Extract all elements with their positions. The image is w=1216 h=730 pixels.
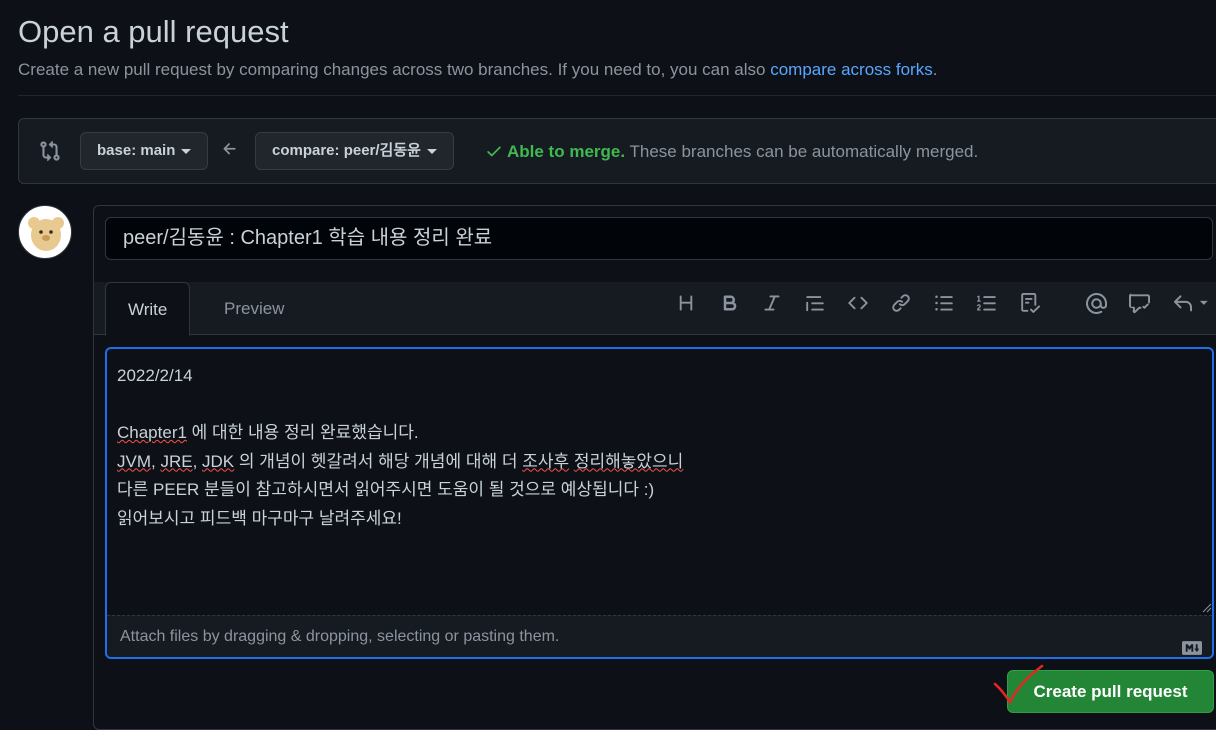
compare-forks-link[interactable]: compare across forks xyxy=(770,60,933,79)
chevron-down-icon xyxy=(181,148,192,154)
divider xyxy=(18,95,1216,96)
body-word: JDK xyxy=(202,451,235,471)
subtitle-suffix: . xyxy=(932,60,938,79)
tab-write[interactable]: Write xyxy=(105,282,191,336)
compare-branch-label: compare: peer/김동윤 xyxy=(272,142,421,159)
body-line: 다른 PEER 분들이 참고하시면서 읽어주시면 도움이 될 것으로 예상됩니다… xyxy=(117,480,655,499)
mention-icon[interactable] xyxy=(1085,292,1108,315)
body-word: Chapter1 xyxy=(117,423,187,442)
body-word: , xyxy=(192,451,203,471)
body-line: 읽어보시고 피드백 마구마구 날려주세요! xyxy=(117,508,402,528)
page-title: Open a pull request xyxy=(18,14,289,49)
task-list-icon[interactable] xyxy=(1020,293,1042,315)
merge-status-text: These branches can be automatically merg… xyxy=(625,142,979,161)
body-word: 조사후 xyxy=(522,451,570,471)
tab-preview[interactable]: Preview xyxy=(202,282,306,336)
merge-status: Able to merge. These branches can be aut… xyxy=(485,142,978,162)
compare-bar: base: main compare: peer/김동윤 Able to mer… xyxy=(18,118,1216,184)
attach-files-area[interactable]: Attach files by dragging & dropping, sel… xyxy=(107,615,1212,657)
body-word: 정리해놓았으니 xyxy=(573,451,684,471)
check-icon xyxy=(487,146,501,157)
link-icon[interactable] xyxy=(891,293,913,315)
editor-tabs: Write Preview xyxy=(94,282,1216,336)
heading-icon[interactable] xyxy=(676,293,698,315)
quote-icon[interactable] xyxy=(805,293,827,315)
code-icon[interactable] xyxy=(848,293,870,315)
subtitle-text: Create a new pull request by comparing c… xyxy=(18,60,771,79)
markdown-icon[interactable] xyxy=(1182,630,1202,672)
compare-branch-select[interactable]: compare: peer/김동윤 xyxy=(255,132,454,170)
bold-icon[interactable] xyxy=(720,293,742,315)
body-word: JRE xyxy=(160,451,193,471)
body-line: 2022/2/14 xyxy=(117,366,193,385)
italic-icon[interactable] xyxy=(762,293,784,315)
body-line: 에 대한 내용 정리 완료했습니다. xyxy=(186,423,419,442)
attach-text: Attach files by dragging & dropping, sel… xyxy=(120,628,560,645)
git-compare-icon xyxy=(39,140,61,162)
body-line: 의 개념이 헷갈려서 해당 개념에 대해 더 xyxy=(234,451,523,471)
base-branch-select[interactable]: base: main xyxy=(80,132,209,170)
numbered-list-icon[interactable] xyxy=(977,293,999,315)
pr-body-text[interactable]: 2022/2/14 Chapter1 에 대한 내용 정리 완료했습니다. JV… xyxy=(117,362,1197,533)
pr-title-input[interactable]: peer/김동윤 : Chapter1 학습 내용 정리 완료 xyxy=(105,217,1213,260)
reply-icon[interactable] xyxy=(1172,293,1212,315)
reference-icon[interactable] xyxy=(1129,293,1151,315)
arrow-left-icon xyxy=(221,140,239,158)
check-icon xyxy=(993,664,1044,705)
body-word: JVM xyxy=(117,451,151,471)
bulleted-list-icon[interactable] xyxy=(934,293,956,315)
base-branch-label: base: main xyxy=(97,142,176,159)
page-subtitle: Create a new pull request by comparing c… xyxy=(18,60,937,80)
chevron-down-icon xyxy=(426,148,437,154)
merge-ok-text: Able to merge. xyxy=(507,142,626,161)
avatar[interactable] xyxy=(18,205,72,259)
